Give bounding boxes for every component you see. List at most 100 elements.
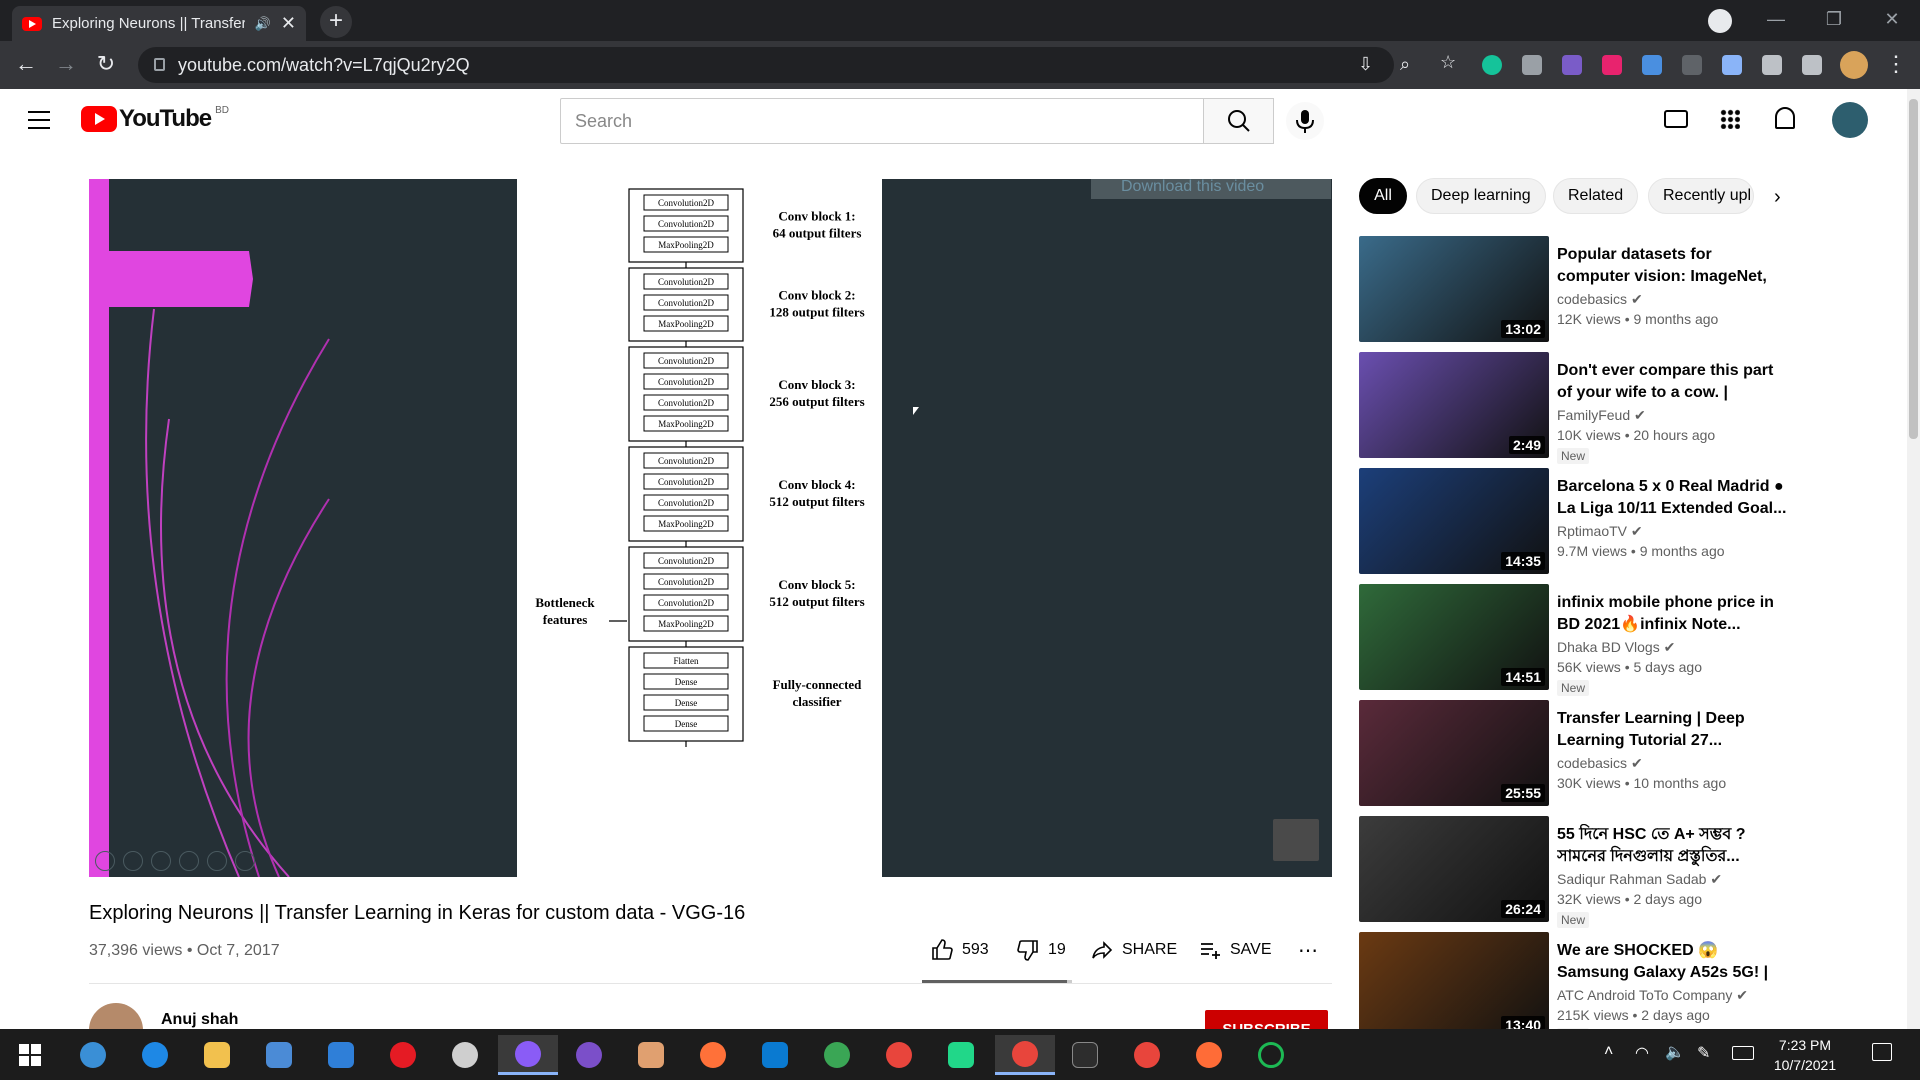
next-slide-icon[interactable] — [123, 851, 143, 871]
volume-icon[interactable]: 🔈 — [1665, 1042, 1685, 1062]
chip-recently-uploaded[interactable]: Recently upl — [1648, 178, 1754, 214]
taskbar-app-chrome-profile[interactable] — [995, 1035, 1055, 1075]
page-scrollbar[interactable] — [1907, 89, 1920, 1029]
search-input[interactable]: Search — [560, 98, 1274, 144]
notifications-bell-icon[interactable] — [1775, 107, 1795, 129]
recommendation-channel[interactable]: RptimaoTV ✔ — [1557, 523, 1643, 540]
taskbar-app-postman[interactable] — [1185, 1035, 1233, 1075]
slides-icon[interactable] — [179, 851, 199, 871]
dislike-button[interactable]: 19 — [1016, 938, 1066, 962]
recommendation-card[interactable]: 25:55 Transfer Learning | Deep Learning T… — [1359, 700, 1799, 806]
downloader-extension-icon[interactable] — [1642, 55, 1662, 75]
camera-extension-icon[interactable] — [1522, 55, 1542, 75]
recommendation-card[interactable]: 26:24 55 দিনে HSC তে A+ সম্ভব ? সামনের দি… — [1359, 816, 1799, 928]
profile-menu-icon[interactable] — [1708, 9, 1732, 33]
taskbar-app-qbittorrent[interactable] — [69, 1035, 117, 1075]
create-video-icon[interactable] — [1664, 110, 1688, 128]
taskbar-app-mail[interactable] — [317, 1035, 365, 1075]
forward-icon[interactable]: → — [50, 49, 82, 81]
recommendation-channel[interactable]: codebasics ✔ — [1557, 291, 1643, 308]
pen-icon[interactable] — [151, 851, 171, 871]
voice-search-button[interactable] — [1286, 102, 1324, 140]
wifi-icon[interactable]: ◠ — [1635, 1043, 1649, 1063]
share-button[interactable]: SHARE — [1090, 938, 1177, 962]
taskbar-app-earth[interactable] — [813, 1035, 861, 1075]
taskbar-app-paint[interactable] — [627, 1035, 675, 1075]
profile-avatar[interactable] — [1840, 51, 1868, 79]
taskbar-app-github[interactable] — [565, 1035, 613, 1075]
chip-next-chevron-icon[interactable]: › — [1774, 186, 1781, 209]
start-button[interactable] — [6, 1035, 54, 1075]
video-extension-icon[interactable] — [1602, 55, 1622, 75]
video-thumbnail[interactable]: 14:51 — [1359, 584, 1549, 690]
recommendation-channel[interactable]: FamilyFeud ✔ — [1557, 407, 1646, 424]
taskbar-app-explorer[interactable] — [193, 1035, 241, 1075]
grammarly-extension-icon[interactable] — [1482, 55, 1502, 75]
recommendation-channel[interactable]: Dhaka BD Vlogs ✔ — [1557, 639, 1675, 656]
apps-grid-icon[interactable] — [1720, 109, 1740, 129]
video-thumbnail[interactable]: 2:49 — [1359, 352, 1549, 458]
back-icon[interactable]: ← — [10, 49, 42, 81]
puzzle-extensions-icon[interactable] — [1762, 55, 1782, 75]
taskbar-app-opera[interactable] — [379, 1035, 427, 1075]
save-button[interactable]: SAVE — [1198, 938, 1272, 962]
chrome-menu-icon[interactable]: ⋮ — [1880, 49, 1912, 81]
recommendation-title[interactable]: Don't ever compare this part of your wif… — [1557, 360, 1787, 404]
video-thumbnail[interactable]: 26:24 — [1359, 816, 1549, 922]
zoom-slide-icon[interactable] — [207, 851, 227, 871]
video-thumbnail[interactable]: 13:02 — [1359, 236, 1549, 342]
taskbar-app-firefox[interactable] — [689, 1035, 737, 1075]
more-actions-icon[interactable]: ⋯ — [1298, 938, 1319, 963]
recommendation-card[interactable]: 2:49 Don't ever compare this part of your… — [1359, 352, 1799, 464]
recommendation-card[interactable]: 13:40 We are SHOCKED 😱 Samsung Galaxy A52… — [1359, 932, 1799, 1044]
youtube-logo[interactable]: YouTube BD — [81, 105, 229, 133]
keyboard-icon[interactable] — [1732, 1046, 1754, 1060]
prev-slide-icon[interactable] — [95, 851, 115, 871]
recommendation-title[interactable]: Popular datasets for computer vision: Im… — [1557, 244, 1787, 288]
scrollbar-thumb[interactable] — [1909, 99, 1918, 439]
chip-deep-learning[interactable]: Deep learning — [1416, 178, 1546, 214]
media-queue-icon[interactable] — [1802, 55, 1822, 75]
video-thumbnail[interactable]: 13:40 — [1359, 932, 1549, 1038]
taskbar-app-chrome-dev[interactable] — [1123, 1035, 1171, 1075]
taskbar-app-pycharm[interactable] — [937, 1035, 985, 1075]
recommendation-channel[interactable]: ATC Android ToTo Company ✔ — [1557, 987, 1748, 1004]
screen-extension-icon[interactable] — [1682, 55, 1702, 75]
search-button[interactable] — [1203, 98, 1274, 144]
hamburger-menu-icon[interactable] — [28, 111, 50, 129]
recommendation-card[interactable]: 14:51 infinix mobile phone price in BD 20… — [1359, 584, 1799, 696]
extension-icon[interactable] — [1562, 55, 1582, 75]
video-thumbnail[interactable]: 14:35 — [1359, 468, 1549, 574]
taskbar-app-terminal[interactable] — [1061, 1035, 1109, 1075]
taskbar-app-messenger[interactable] — [498, 1035, 558, 1075]
taskbar-clock[interactable]: 7:23 PM 10/7/2021 — [1760, 1035, 1850, 1075]
recommendation-channel[interactable]: codebasics ✔ — [1557, 755, 1643, 772]
taskbar-app-inkscape[interactable] — [441, 1035, 489, 1075]
channel-name[interactable]: Anuj shah — [161, 1011, 238, 1029]
bookmark-star-icon[interactable]: ☆ — [1440, 52, 1456, 73]
new-tab-button[interactable]: + — [320, 6, 352, 38]
recommendation-title[interactable]: Barcelona 5 x 0 Real Madrid ● La Liga 10… — [1557, 476, 1787, 520]
reload-icon[interactable]: ↻ — [90, 49, 122, 81]
taskbar-app-vscode[interactable] — [751, 1035, 799, 1075]
recommendation-channel[interactable]: Sadiqur Rahman Sadab ✔ — [1557, 871, 1722, 888]
taskbar-app-edge[interactable] — [131, 1035, 179, 1075]
taskbar-app-chrome[interactable] — [875, 1035, 923, 1075]
account-avatar[interactable] — [1832, 102, 1868, 138]
channel-watermark[interactable] — [1273, 819, 1319, 861]
recommendation-card[interactable]: 14:35 Barcelona 5 x 0 Real Madrid ● La Li… — [1359, 468, 1799, 574]
recommendation-card[interactable]: 13:02 Popular datasets for computer visio… — [1359, 236, 1799, 342]
pen-extension-icon[interactable] — [1722, 55, 1742, 75]
minimize-icon[interactable]: — — [1748, 0, 1804, 41]
speaker-icon[interactable]: 🔊 — [255, 16, 271, 32]
taskbar-app-loader[interactable] — [1247, 1035, 1295, 1075]
pen-tray-icon[interactable]: ✎ — [1697, 1043, 1710, 1063]
recommendation-title[interactable]: We are SHOCKED 😱 Samsung Galaxy A52s 5G!… — [1557, 940, 1787, 984]
recommendation-title[interactable]: infinix mobile phone price in BD 2021🔥in… — [1557, 592, 1787, 636]
address-bar[interactable]: youtube.com/watch?v=L7qjQu2ry2Q ⇩ ⌕ ☆ — [138, 47, 1456, 83]
notification-center-icon[interactable] — [1872, 1043, 1892, 1061]
taskbar-app-store[interactable] — [255, 1035, 303, 1075]
browser-tab[interactable]: Exploring Neurons || Transfer 🔊 ✕ — [12, 6, 306, 41]
download-video-overlay[interactable]: Download this video — [1091, 179, 1331, 199]
restore-icon[interactable]: ❐ — [1806, 0, 1862, 41]
